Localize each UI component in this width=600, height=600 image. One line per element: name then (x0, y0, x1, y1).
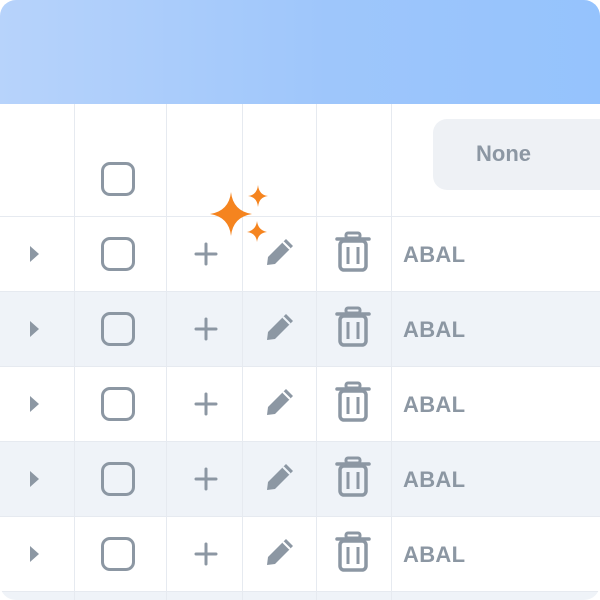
table-row[interactable]: ABAL (0, 517, 600, 592)
filter-dropdown[interactable]: None (433, 119, 600, 190)
column-divider (391, 104, 392, 600)
column-divider (166, 104, 167, 600)
expand-row-icon[interactable] (30, 546, 39, 562)
plus-icon[interactable] (193, 316, 219, 342)
row-checkbox[interactable] (101, 237, 135, 271)
expand-row-icon[interactable] (30, 471, 39, 487)
trash-icon[interactable] (335, 231, 371, 273)
row-checkbox[interactable] (101, 462, 135, 496)
trash-icon[interactable] (335, 456, 371, 498)
pencil-icon[interactable] (263, 535, 297, 569)
row-code: ABAL (403, 392, 466, 417)
row-checkbox[interactable] (101, 387, 135, 421)
sparkle-icon (206, 184, 272, 246)
trash-icon[interactable] (335, 381, 371, 423)
table-row[interactable]: ABAL (0, 217, 600, 292)
row-code: ABAL (403, 542, 466, 567)
column-divider (242, 104, 243, 600)
column-divider (316, 104, 317, 600)
table-row[interactable]: ABAL (0, 442, 600, 517)
table-header-row: None (0, 104, 600, 217)
row-checkbox[interactable] (101, 537, 135, 571)
trash-icon[interactable] (335, 531, 371, 573)
pencil-icon[interactable] (263, 385, 297, 419)
row-code: ABAL (403, 317, 466, 342)
table-row-partial (0, 592, 600, 600)
pencil-icon[interactable] (263, 310, 297, 344)
column-divider (74, 104, 75, 600)
plus-icon[interactable] (193, 466, 219, 492)
app-frame: None ABAL ABAL ABAL ABAL ABAL (0, 0, 600, 600)
expand-row-icon[interactable] (30, 321, 39, 337)
data-table: None ABAL ABAL ABAL ABAL ABAL (0, 104, 600, 600)
plus-icon[interactable] (193, 391, 219, 417)
expand-row-icon[interactable] (30, 246, 39, 262)
pencil-icon[interactable] (263, 460, 297, 494)
row-code: ABAL (403, 467, 466, 492)
plus-icon[interactable] (193, 541, 219, 567)
table-row[interactable]: ABAL (0, 367, 600, 442)
select-all-checkbox[interactable] (101, 162, 135, 196)
row-checkbox[interactable] (101, 312, 135, 346)
expand-row-icon[interactable] (30, 396, 39, 412)
header-banner (0, 0, 600, 104)
filter-dropdown-value: None (476, 141, 531, 166)
row-code: ABAL (403, 242, 466, 267)
table-row[interactable]: ABAL (0, 292, 600, 367)
trash-icon[interactable] (335, 306, 371, 348)
